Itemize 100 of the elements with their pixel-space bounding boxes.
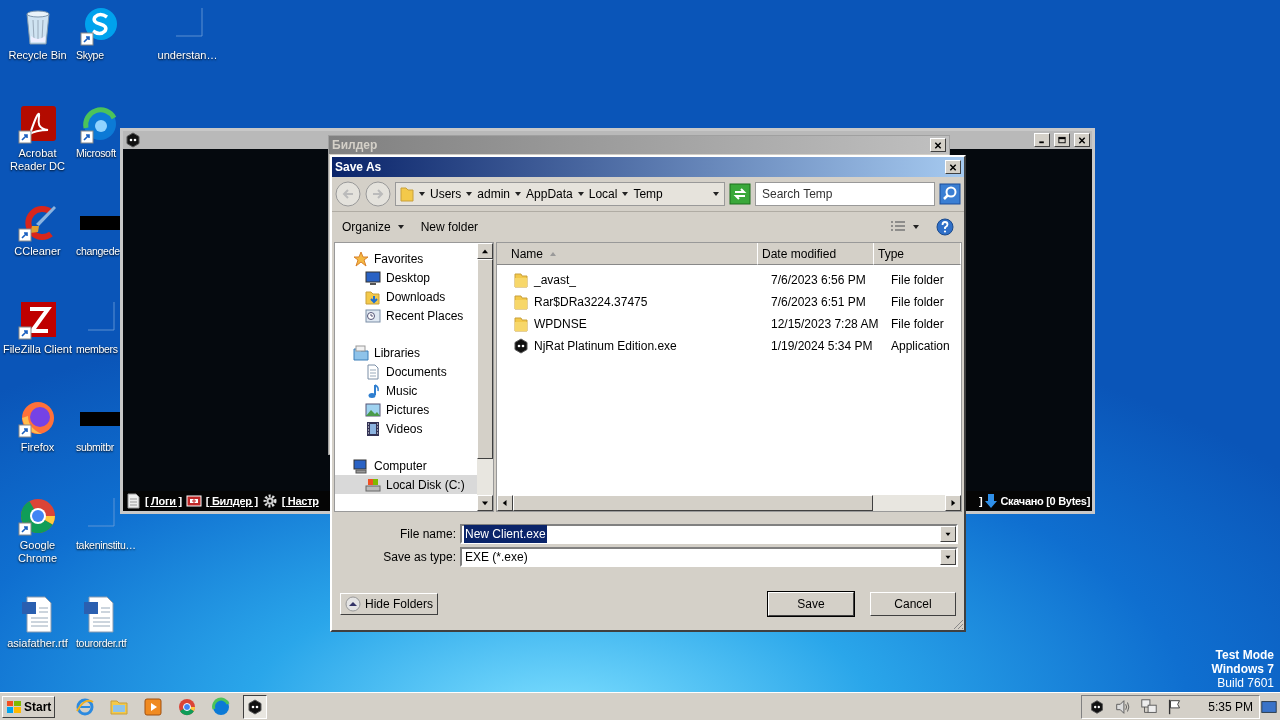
- close-button[interactable]: [1074, 133, 1090, 147]
- music-note-icon: [365, 382, 381, 399]
- app-logo-icon[interactable]: [17, 104, 58, 144]
- scrollbar[interactable]: [497, 495, 961, 511]
- column-header[interactable]: Name: [497, 243, 759, 265]
- tab-link[interactable]: [ Логи ]: [145, 492, 182, 510]
- nav-item[interactable]: Computer: [335, 456, 477, 475]
- flag-logo-icon: [6, 698, 22, 715]
- close-button[interactable]: [945, 160, 961, 174]
- column-header[interactable]: Type: [874, 243, 961, 265]
- icon-label: submitbr: [76, 441, 114, 454]
- nav-item[interactable]: Desktop: [335, 268, 477, 287]
- organize-button[interactable]: Organize: [342, 218, 405, 236]
- column-header[interactable]: Date modified: [758, 243, 874, 265]
- new-folder-button[interactable]: New folder: [420, 218, 479, 236]
- nav-item[interactable]: Recent Places: [335, 306, 477, 325]
- scroll-up-button[interactable]: [477, 243, 493, 259]
- minimize-button[interactable]: [1034, 133, 1050, 147]
- nav-item[interactable]: Downloads: [335, 287, 477, 306]
- nav-item[interactable]: Music: [335, 381, 477, 400]
- caret-icon: [514, 190, 523, 198]
- scroll-thumb[interactable]: [477, 259, 493, 459]
- icon-label: members: [76, 343, 118, 356]
- nav-item[interactable]: Favorites: [335, 249, 477, 268]
- download-arrow-icon: [984, 493, 999, 509]
- scroll-right-button[interactable]: [945, 495, 961, 511]
- chat-logo-icon[interactable]: [80, 6, 120, 46]
- breadcrumb-item[interactable]: AppData: [526, 185, 573, 203]
- breadcrumb-item[interactable]: admin: [477, 185, 511, 203]
- scroll-thumb[interactable]: [513, 495, 873, 511]
- close-glyph-icon: [1077, 135, 1087, 145]
- chevron-up-icon: [345, 596, 361, 612]
- icon-label: tourorder.rtf: [76, 637, 127, 650]
- caret-icon: [418, 190, 426, 198]
- folder-arrow-icon: [365, 288, 381, 305]
- caret-icon: [712, 190, 720, 198]
- refresh-icon[interactable]: [729, 183, 751, 205]
- max-glyph-icon: [1057, 135, 1067, 145]
- folder-icon: [513, 294, 529, 310]
- caret-icon: [912, 223, 920, 231]
- play-icon: [143, 696, 164, 717]
- library-icon: [353, 344, 369, 361]
- chrome-logo-icon[interactable]: [17, 496, 58, 536]
- resize-grip-icon[interactable]: [952, 618, 964, 630]
- page-icon: [125, 493, 141, 509]
- download-status: Скачано [0 Bytes]: [1000, 493, 1090, 509]
- scroll-left-button[interactable]: [497, 495, 513, 511]
- file-type-dropdown[interactable]: EXE (*.exe): [460, 546, 958, 567]
- taskbar-app[interactable]: [243, 694, 268, 719]
- file-name-field[interactable]: New Client.exe: [460, 523, 958, 544]
- icon-label: Recycle Bin: [8, 49, 67, 62]
- icon-label: understan…: [157, 49, 218, 62]
- app-logo-icon[interactable]: [17, 300, 58, 340]
- icon-label: Google Chrome: [16, 539, 59, 565]
- nav-item[interactable]: Libraries: [335, 343, 477, 362]
- nav-item[interactable]: Videos: [335, 419, 477, 438]
- star-icon: [353, 250, 369, 267]
- tab-link[interactable]: [ Билдер ]: [205, 492, 258, 510]
- nav-item[interactable]: Local Disk (C:): [335, 475, 477, 494]
- dialog-button[interactable]: Cancel: [870, 592, 956, 616]
- start-button[interactable]: Start: [2, 695, 56, 718]
- breadcrumb-item[interactable]: Temp: [633, 185, 663, 203]
- landscape-icon: [365, 401, 381, 418]
- icon-label: Skype: [76, 49, 104, 62]
- scrollbar[interactable]: [477, 243, 493, 511]
- os-notice-text: Test Mode: [1214, 648, 1274, 662]
- view-button[interactable]: [890, 220, 920, 234]
- scroll-down-button[interactable]: [477, 495, 493, 511]
- nav-item[interactable]: Pictures: [335, 400, 477, 419]
- wave-logo-icon: [211, 696, 232, 717]
- breadcrumb-item[interactable]: Users: [430, 185, 462, 203]
- dialog-button[interactable]: Save: [768, 592, 854, 616]
- file-row[interactable]: WPDNSE 12/15/2023 7:28 AM File folder: [497, 313, 961, 335]
- film-icon: [365, 420, 381, 437]
- close-glyph-icon: [933, 140, 943, 150]
- maximize-button[interactable]: [1054, 133, 1070, 147]
- field-label: File name:: [398, 525, 457, 543]
- caret-icon: [465, 190, 474, 198]
- address-bar[interactable]: Users admin AppData Local Temp: [395, 182, 725, 206]
- close-glyph-icon: [948, 162, 958, 172]
- list-view-icon: [890, 220, 906, 234]
- file-row[interactable]: _avast_ 7/6/2023 6:56 PM File folder: [497, 269, 961, 291]
- hide-folders-button[interactable]: Hide Folders: [340, 593, 439, 615]
- search-icon[interactable]: [939, 183, 961, 205]
- nav-item[interactable]: Documents: [335, 362, 477, 381]
- search-field[interactable]: Search Temp: [755, 182, 935, 206]
- help-icon[interactable]: [936, 218, 954, 236]
- file-row[interactable]: Rar$DRa3224.37475 7/6/2023 6:51 PM File folder: [497, 291, 961, 313]
- breadcrumb-item[interactable]: Local: [588, 185, 618, 203]
- dialog-title: Save As: [335, 159, 382, 176]
- network-icon[interactable]: [1140, 697, 1159, 716]
- os-notice-text: Build 7601: [1216, 676, 1274, 690]
- icon-label: takeninstitu…: [76, 539, 136, 552]
- file-row[interactable]: NjRat Platinum Edition.exe 1/19/2024 5:34 PM Application: [497, 335, 961, 357]
- os-notice-text: Windows 7: [1211, 662, 1274, 676]
- icon-label: Firefox: [20, 441, 55, 454]
- tab-link[interactable]: [ Настр: [281, 492, 319, 510]
- caret-icon: [396, 223, 405, 231]
- close-button[interactable]: [930, 138, 946, 152]
- toolbox-icon: [185, 493, 202, 509]
